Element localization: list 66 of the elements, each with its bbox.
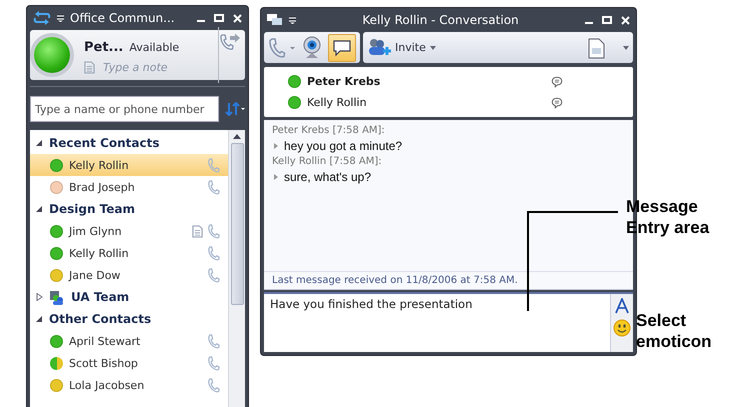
contact-row[interactable]: Kelly Rollin bbox=[30, 242, 228, 264]
maximize-icon[interactable] bbox=[602, 16, 612, 24]
user-name: Pet... bbox=[84, 40, 124, 55]
bullet-icon bbox=[274, 143, 278, 149]
contact-row[interactable]: Scott Bishop bbox=[30, 352, 228, 374]
instant-message-button[interactable] bbox=[328, 34, 356, 62]
caret-icon[interactable] bbox=[430, 46, 436, 50]
participant-name: Kelly Rollin bbox=[307, 96, 368, 109]
menu-icon[interactable] bbox=[57, 14, 64, 22]
team-icon bbox=[49, 290, 65, 304]
group-name[interactable]: Other Contacts bbox=[49, 312, 152, 326]
contact-name: Lola Jacobsen bbox=[69, 378, 146, 392]
note-field[interactable]: Type a note bbox=[103, 61, 183, 74]
contact-name: Kelly Rollin bbox=[69, 246, 130, 260]
caret-icon[interactable] bbox=[623, 46, 629, 50]
note-icon bbox=[84, 61, 95, 74]
close-icon[interactable] bbox=[233, 14, 242, 22]
group-name[interactable]: UA Team bbox=[71, 290, 130, 304]
message-sender: Peter Krebs [7:58 AM]: bbox=[272, 124, 386, 137]
sync-arrows-icon[interactable] bbox=[33, 11, 51, 25]
bullet-icon bbox=[274, 174, 278, 180]
contact-name: Jane Dow bbox=[69, 268, 122, 282]
contact-row[interactable]: Jim Glynn bbox=[30, 220, 228, 242]
window-title: Kelly Rollin - Conversation bbox=[361, 13, 520, 27]
participant-name: Peter Krebs bbox=[307, 75, 382, 88]
conversation-icon[interactable] bbox=[267, 14, 283, 26]
scroll-up-icon[interactable] bbox=[233, 134, 241, 139]
status-line: Last message received on 11/8/2006 at 7:58 AM. bbox=[264, 271, 633, 289]
expand-triangle-icon[interactable] bbox=[36, 293, 43, 301]
chat-bubble-icon[interactable] bbox=[551, 76, 563, 88]
search-field[interactable]: Type a name or phone number bbox=[30, 96, 219, 122]
presence-status-icon[interactable] bbox=[34, 37, 70, 73]
webcam-icon[interactable] bbox=[302, 36, 322, 60]
collapse-triangle-icon[interactable] bbox=[36, 315, 43, 323]
collapse-triangle-icon[interactable] bbox=[36, 205, 43, 213]
emoticon-button[interactable] bbox=[612, 318, 632, 338]
contact-row[interactable]: Kelly Rollin bbox=[30, 154, 228, 176]
document-icon[interactable] bbox=[587, 36, 607, 58]
contact-name: Jim Glynn bbox=[69, 224, 123, 238]
collapse-triangle-icon[interactable] bbox=[36, 139, 43, 147]
close-icon[interactable] bbox=[621, 16, 630, 24]
presence-status[interactable]: Available bbox=[129, 41, 180, 54]
phone-arrow-icon[interactable] bbox=[219, 33, 241, 51]
font-button[interactable] bbox=[613, 296, 631, 316]
window-title: Office Commun... bbox=[70, 11, 176, 25]
speech-bubble-icon bbox=[332, 38, 352, 56]
contact-row[interactable]: Brad Joseph bbox=[30, 176, 228, 198]
group-name[interactable]: Design Team bbox=[49, 202, 135, 216]
message-sender: Kelly Rollin [7:58 AM]: bbox=[272, 155, 383, 168]
chat-bubble-icon[interactable] bbox=[551, 96, 563, 108]
contact-note-icon bbox=[192, 224, 203, 238]
group-name[interactable]: Recent Contacts bbox=[49, 136, 160, 150]
message-text: sure, what's up? bbox=[284, 169, 372, 186]
contact-name: April Stewart bbox=[69, 334, 142, 348]
scrollbar[interactable] bbox=[228, 130, 245, 407]
phone-icon[interactable] bbox=[268, 36, 296, 58]
contact-name: Scott Bishop bbox=[69, 356, 139, 370]
menu-icon[interactable] bbox=[289, 16, 296, 24]
message-entry-field[interactable]: Have you finished the presentation bbox=[264, 294, 610, 352]
maximize-icon[interactable] bbox=[214, 14, 224, 22]
contact-row[interactable]: Lola Jacobsen bbox=[30, 374, 228, 396]
contact-row[interactable]: Jane Dow bbox=[30, 264, 228, 286]
contact-name: Brad Joseph bbox=[69, 180, 136, 194]
message-text: hey you got a minute? bbox=[284, 138, 402, 155]
contact-row[interactable]: April Stewart bbox=[30, 330, 228, 352]
contact-name: Kelly Rollin bbox=[69, 158, 130, 172]
